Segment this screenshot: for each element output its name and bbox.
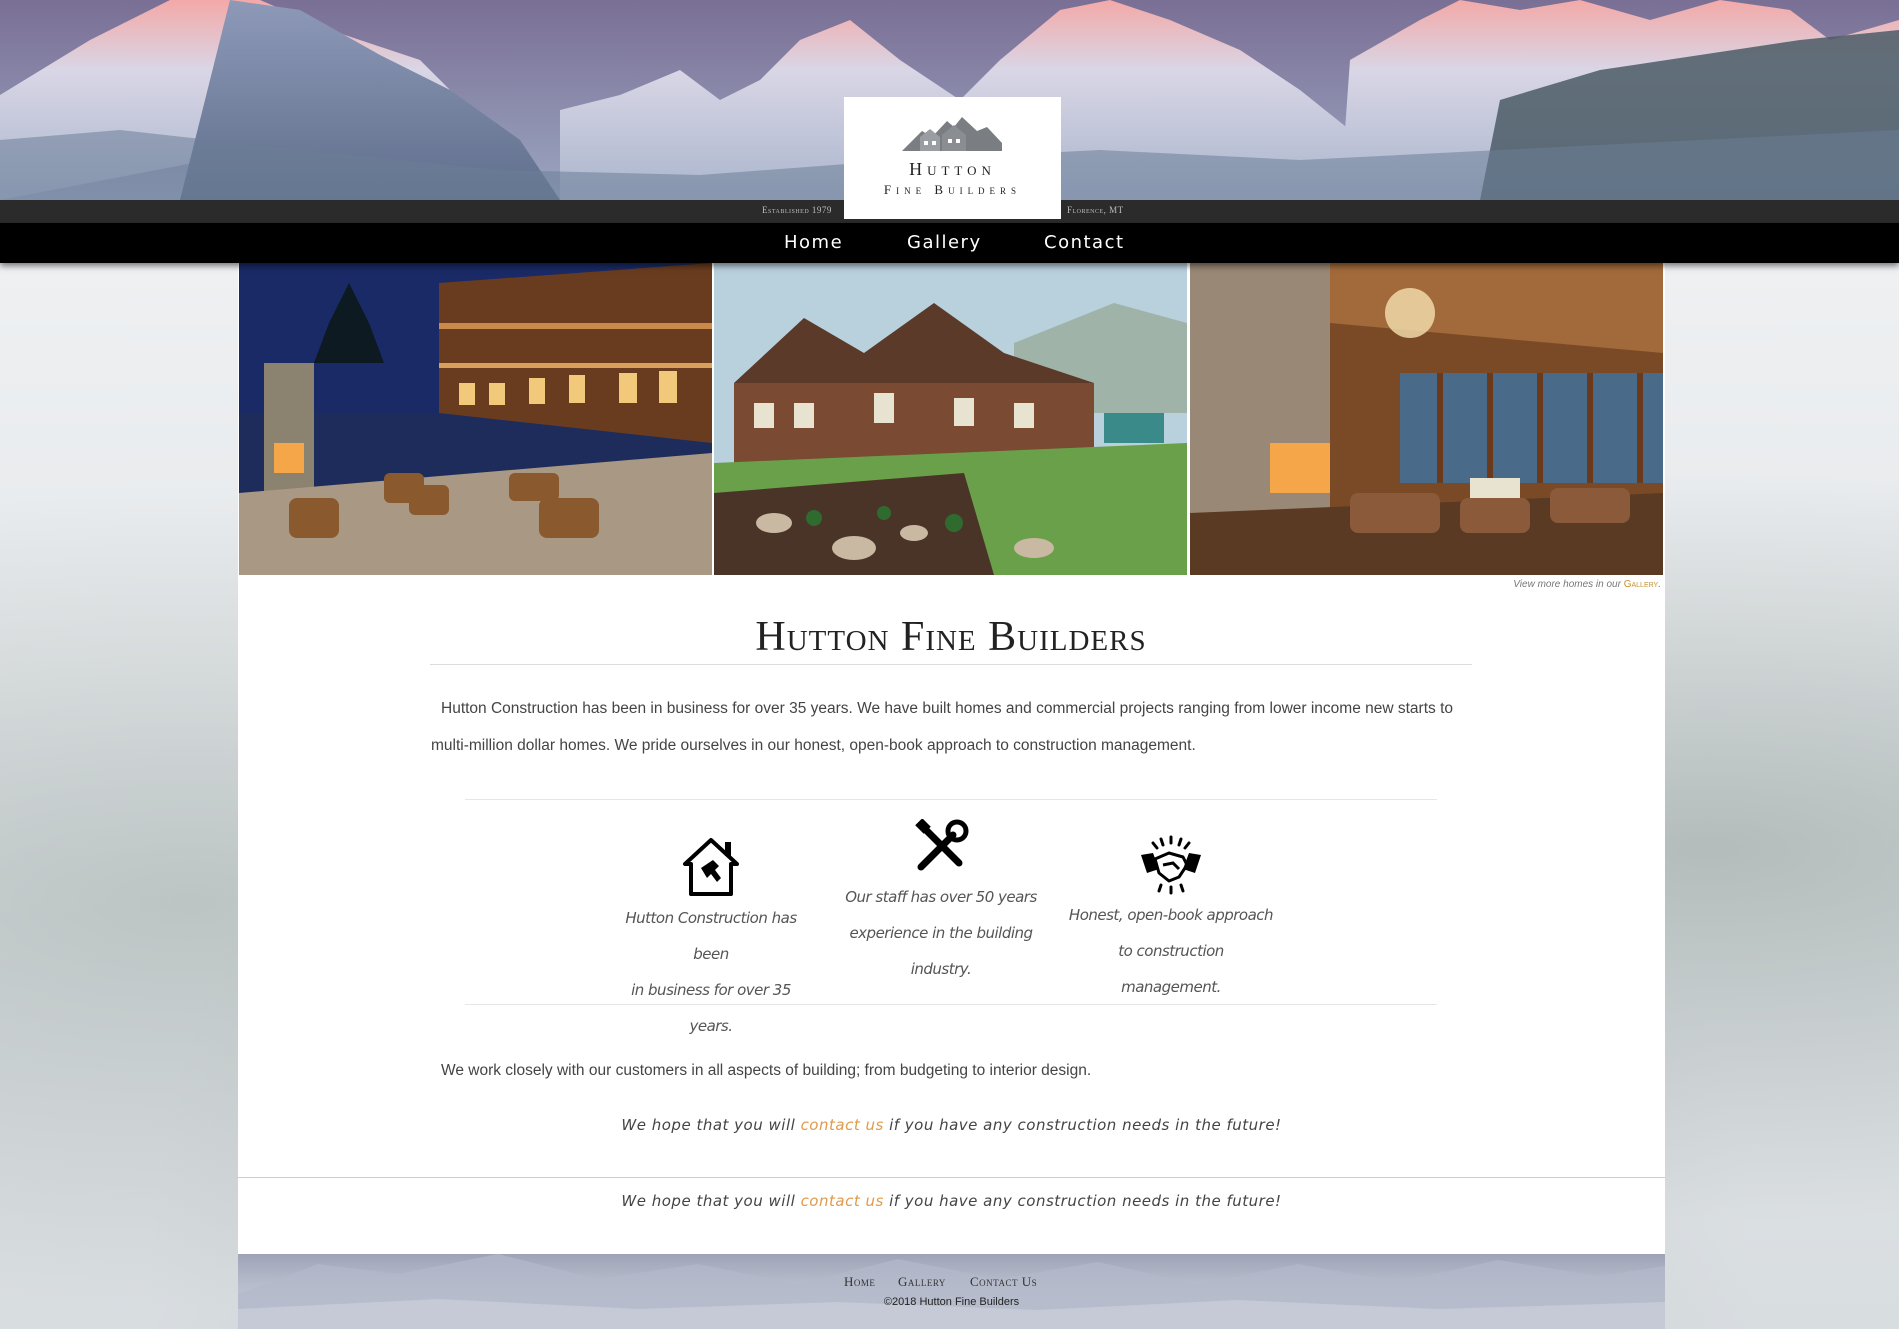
feature-staff: Our staff has over 50 years experience i… <box>838 819 1044 987</box>
feature-text-3b: to construction management. <box>1118 942 1224 996</box>
nav-gallery[interactable]: Gallery <box>907 232 982 253</box>
footer-link-contact[interactable]: Contact Us <box>970 1274 1037 1290</box>
photo-interior[interactable] <box>1190 263 1663 575</box>
features-top-divider <box>465 799 1437 800</box>
caption-prefix: View more homes in our <box>1513 579 1624 590</box>
wrench-screwdriver-icon <box>915 819 969 871</box>
intro-paragraph: Hutton Construction has been in business… <box>431 700 1454 754</box>
mountain-logo-icon <box>902 117 1002 151</box>
location-label: Florence, MT <box>1067 205 1124 215</box>
contact-invitation-repeat: We hope that you will contact us if you … <box>238 1192 1665 1210</box>
contact-invitation: We hope that you will contact us if you … <box>238 1116 1665 1134</box>
main-content: View more homes in our Gallery. Hutton F… <box>238 263 1665 1254</box>
contact-us-link[interactable]: contact us <box>801 1116 884 1134</box>
nav-home[interactable]: Home <box>784 232 843 253</box>
feature-text-1b: in business for over 35 years. <box>631 981 791 1035</box>
photo-strip <box>239 263 1663 575</box>
brand-logo[interactable]: Hutton Fine Builders <box>844 97 1061 219</box>
hope-prefix-2: We hope that you will <box>621 1192 801 1210</box>
feature-experience: Hutton Construction has been in business… <box>608 838 814 1044</box>
feature-text-3a: Honest, open-book approach <box>1068 906 1274 924</box>
hope-prefix: We hope that you will <box>621 1116 801 1134</box>
photo-patio[interactable] <box>239 263 712 575</box>
footer-mountains <box>238 1254 1665 1329</box>
hope-suffix: if you have any construction needs in th… <box>883 1116 1282 1134</box>
features-bottom-divider <box>465 1004 1437 1005</box>
brand-name-line1: Hutton <box>909 159 996 179</box>
feature-text-2c: industry. <box>910 960 972 978</box>
feature-text-2a: Our staff has over 50 years <box>845 888 1037 906</box>
feature-text-1a: Hutton Construction has been <box>625 909 797 963</box>
nav-contact[interactable]: Contact <box>1044 232 1125 253</box>
photo-exterior[interactable] <box>714 263 1187 575</box>
main-nav: Home Gallery Contact <box>0 223 1899 263</box>
gallery-caption: View more homes in our Gallery. <box>1513 579 1661 590</box>
feature-honest: Honest, open-book approach to constructi… <box>1068 835 1274 1005</box>
copyright: ©2018 Hutton Fine Builders <box>883 1296 1020 1308</box>
established-label: Established 1979 <box>762 205 832 215</box>
brand-name-line2: Fine Builders <box>883 182 1022 197</box>
feature-text-2b: experience in the building <box>849 924 1033 942</box>
footer-link-gallery[interactable]: Gallery <box>898 1274 946 1290</box>
footer-link-home[interactable]: Home <box>844 1274 875 1290</box>
caption-gallery-link[interactable]: Gallery <box>1624 579 1659 590</box>
title-divider <box>430 664 1472 665</box>
hope-suffix-2: if you have any construction needs in th… <box>883 1192 1282 1210</box>
closing-paragraph: We work closely with our customers in al… <box>441 1062 1092 1079</box>
section-divider <box>238 1177 1665 1178</box>
caption-suffix: . <box>1658 579 1661 590</box>
contact-us-link-2[interactable]: contact us <box>801 1192 884 1210</box>
house-hammer-icon <box>683 838 739 896</box>
footer: Home Gallery Contact Us ©2018 Hutton Fin… <box>238 1254 1665 1329</box>
page-title: Hutton Fine Builders <box>755 614 1147 660</box>
handshake-icon <box>1141 835 1201 895</box>
